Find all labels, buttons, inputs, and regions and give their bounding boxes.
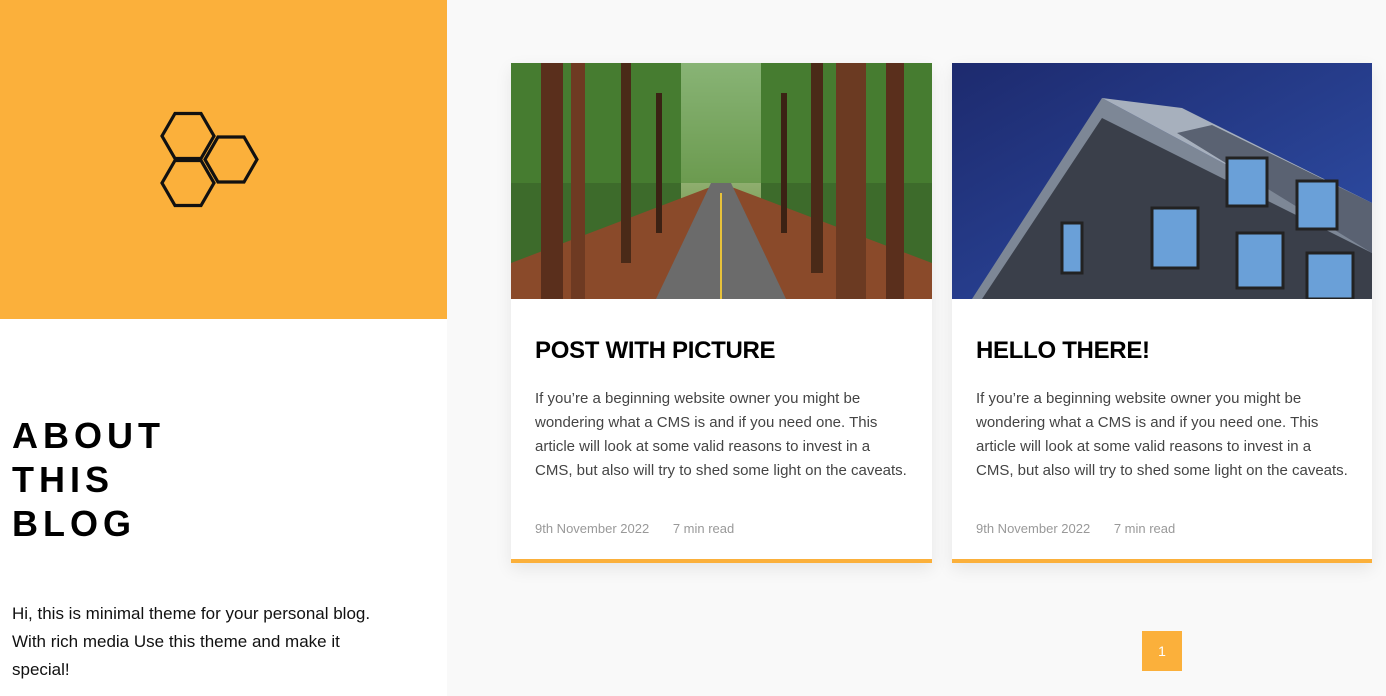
honeycomb-logo-icon[interactable] [160,110,260,210]
about-title-line: ABOUT [12,415,165,456]
post-title[interactable]: POST WITH PICTURE [535,337,776,365]
post-excerpt: If you’re a beginning website owner you … [535,387,911,483]
post-title[interactable]: HELLO THERE! [976,337,1150,365]
about-title-line: THIS [12,459,115,500]
post-excerpt: If you’re a beginning website owner you … [976,387,1352,483]
about-title-line: BLOG [12,503,136,544]
post-date: 9th November 2022 [535,521,650,536]
post-card[interactable]: HELLO THERE! If you’re a beginning websi… [952,63,1372,563]
post-read-time: 7 min read [672,521,735,536]
about-title: ABOUT THIS BLOG [12,414,312,546]
post-image-forest-road[interactable] [511,63,932,299]
post-meta: 9th November 2022 7 min read [535,521,734,536]
sidebar: ABOUT THIS BLOG Hi, this is minimal them… [0,0,447,696]
post-excerpt-text: If you’re a beginning website owner you … [535,390,907,479]
logo-panel [0,0,447,319]
post-list: POST WITH PICTURE If you’re a beginning … [447,0,1386,696]
about-description: Hi, this is minimal theme for your perso… [12,604,371,679]
post-read-time: 7 min read [1113,521,1176,536]
post-meta: 9th November 2022 7 min read [976,521,1175,536]
post-excerpt-text: If you’re a beginning website owner you … [976,390,1348,479]
post-card[interactable]: POST WITH PICTURE If you’re a beginning … [511,63,932,563]
post-image-modern-building[interactable] [952,63,1372,299]
pagination-page-button[interactable]: 1 [1142,631,1182,671]
post-date: 9th November 2022 [976,521,1091,536]
